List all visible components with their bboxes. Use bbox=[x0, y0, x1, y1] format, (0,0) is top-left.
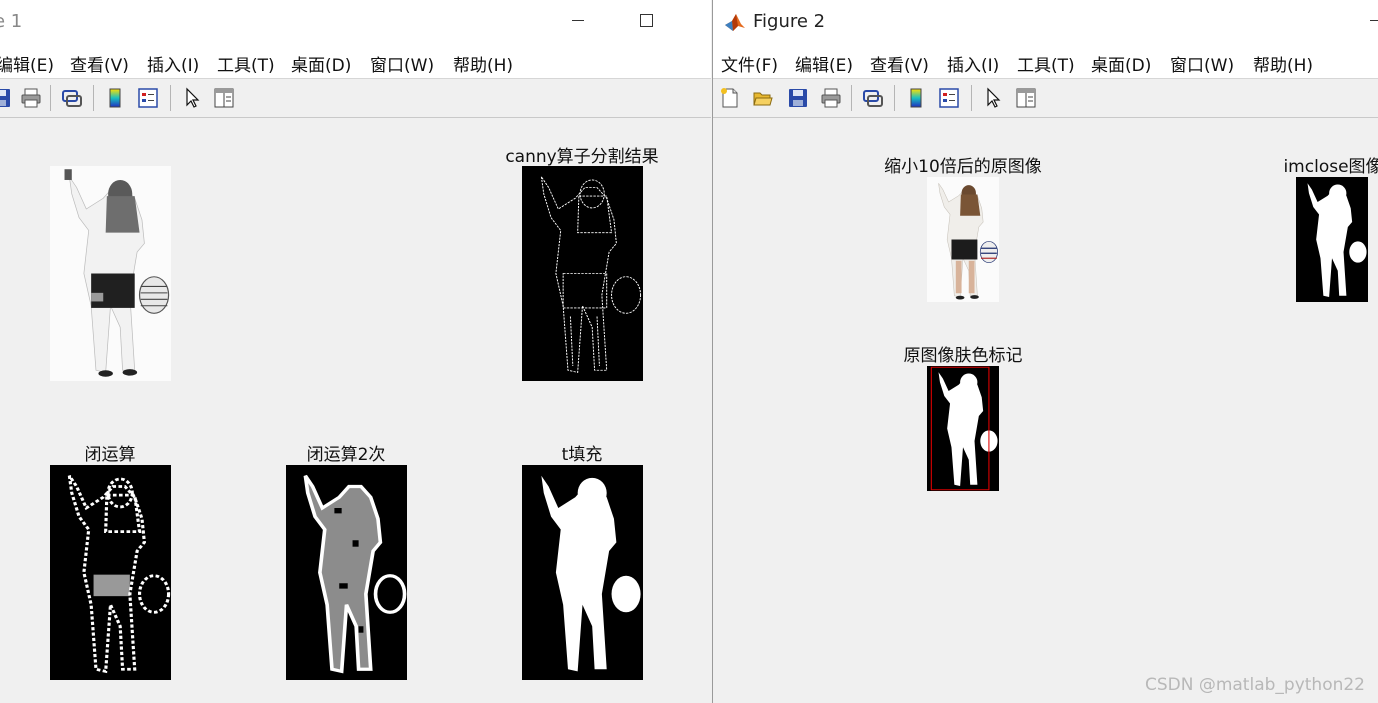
toolbar-separator bbox=[851, 85, 852, 111]
toolbar-separator bbox=[50, 85, 51, 111]
new-figure-button[interactable] bbox=[715, 83, 745, 113]
window-title: e 1 bbox=[0, 11, 23, 32]
menu-tools[interactable]: 工具(T) bbox=[1017, 51, 1075, 76]
menu-bar: 文件(F) 编辑(E) 查看(V) 插入(I) 工具(T) 桌面(D) 窗口(W… bbox=[713, 42, 1378, 79]
close1-title: 闭运算 bbox=[84, 445, 136, 465]
toolbar bbox=[0, 79, 711, 118]
menu-window[interactable]: 窗口(W) bbox=[370, 51, 434, 76]
minimize-button[interactable] bbox=[572, 20, 584, 21]
canny-panel[interactable] bbox=[522, 166, 643, 381]
shrunk-image-panel[interactable] bbox=[927, 177, 999, 302]
legend-icon bbox=[138, 88, 158, 108]
original-image-panel[interactable] bbox=[50, 166, 171, 381]
toolbar-separator bbox=[894, 85, 895, 111]
toolbar-separator bbox=[93, 85, 94, 111]
print-icon bbox=[821, 88, 841, 108]
canny-title: canny算子分割结果 bbox=[505, 147, 659, 167]
pointer-button[interactable] bbox=[177, 83, 207, 113]
link-button[interactable] bbox=[858, 83, 888, 113]
menu-desktop[interactable]: 桌面(D) bbox=[1091, 51, 1151, 76]
matlab-logo-icon bbox=[724, 11, 746, 33]
menu-desktop[interactable]: 桌面(D) bbox=[291, 51, 351, 76]
menu-bar: 编辑(E) 查看(V) 插入(I) 工具(T) 桌面(D) 窗口(W) 帮助(H… bbox=[0, 42, 711, 79]
legend-button[interactable] bbox=[934, 83, 964, 113]
legend-button[interactable] bbox=[133, 83, 163, 113]
menu-insert[interactable]: 插入(I) bbox=[947, 51, 999, 76]
close2-title: 闭运算2次 bbox=[306, 445, 386, 465]
title-bar[interactable]: e 1 bbox=[0, 0, 711, 42]
property-editor-icon bbox=[1016, 88, 1036, 108]
save-icon bbox=[0, 89, 10, 107]
imclose-image bbox=[1296, 177, 1368, 302]
link-icon bbox=[863, 90, 883, 107]
colorbar-icon bbox=[109, 88, 121, 108]
figure-canvas: canny算子分割结果 闭运算 闭运算2次 t填充 bbox=[0, 118, 711, 703]
save-button[interactable] bbox=[0, 83, 16, 113]
original-image bbox=[50, 166, 171, 381]
figure-canvas: 缩小10倍后的原图像 imclose图像 原图像肤色标记 CSDN @matla… bbox=[713, 118, 1378, 703]
colorbar-button[interactable] bbox=[901, 83, 931, 113]
imclose-panel[interactable] bbox=[1296, 177, 1368, 302]
toolbar-separator bbox=[170, 85, 171, 111]
pointer-icon bbox=[987, 87, 1001, 108]
save-icon bbox=[789, 89, 807, 107]
property-editor-button[interactable] bbox=[209, 83, 239, 113]
fill-panel[interactable] bbox=[522, 465, 643, 680]
fill-image bbox=[522, 465, 643, 680]
print-button[interactable] bbox=[816, 83, 846, 113]
pointer-button[interactable] bbox=[978, 83, 1008, 113]
print-button[interactable] bbox=[16, 83, 46, 113]
skin-image bbox=[927, 366, 999, 491]
menu-window[interactable]: 窗口(W) bbox=[1170, 51, 1234, 76]
menu-tools[interactable]: 工具(T) bbox=[217, 51, 275, 76]
csdn-watermark: CSDN @matlab_python22 bbox=[1144, 675, 1365, 695]
legend-icon bbox=[939, 88, 959, 108]
skin-panel[interactable] bbox=[927, 366, 999, 491]
shrunk-title: 缩小10倍后的原图像 bbox=[884, 157, 1042, 177]
toolbar bbox=[713, 79, 1378, 118]
skin-title: 原图像肤色标记 bbox=[903, 346, 1023, 366]
colorbar-button[interactable] bbox=[100, 83, 130, 113]
maximize-button[interactable] bbox=[640, 14, 653, 27]
open-button[interactable] bbox=[748, 83, 778, 113]
menu-help[interactable]: 帮助(H) bbox=[1253, 51, 1313, 76]
close2-panel[interactable] bbox=[286, 465, 407, 680]
menu-view[interactable]: 查看(V) bbox=[70, 51, 129, 76]
link-button[interactable] bbox=[57, 83, 87, 113]
close1-panel[interactable] bbox=[50, 465, 171, 680]
link-icon bbox=[62, 90, 82, 107]
close1-image bbox=[50, 465, 171, 680]
pointer-icon bbox=[186, 87, 200, 108]
figure-2-window: Figure 2 文件(F) 编辑(E) 查看(V) 插入(I) 工具(T) 桌… bbox=[712, 0, 1378, 703]
property-editor-icon bbox=[214, 88, 234, 108]
save-button[interactable] bbox=[783, 83, 813, 113]
close2-image bbox=[286, 465, 407, 680]
window-title: Figure 2 bbox=[753, 11, 826, 32]
toolbar-separator bbox=[971, 85, 972, 111]
minimize-button[interactable] bbox=[1370, 20, 1378, 21]
menu-insert[interactable]: 插入(I) bbox=[147, 51, 199, 76]
shrunk-image bbox=[927, 177, 999, 302]
new-figure-icon bbox=[721, 88, 738, 108]
menu-help[interactable]: 帮助(H) bbox=[453, 51, 513, 76]
menu-file[interactable]: 文件(F) bbox=[721, 51, 778, 76]
menu-edit[interactable]: 编辑(E) bbox=[0, 51, 54, 76]
menu-edit[interactable]: 编辑(E) bbox=[795, 51, 853, 76]
imclose-title: imclose图像 bbox=[1283, 157, 1378, 177]
title-bar[interactable]: Figure 2 bbox=[713, 0, 1378, 42]
colorbar-icon bbox=[910, 88, 922, 108]
open-icon bbox=[753, 92, 773, 106]
print-icon bbox=[21, 88, 41, 108]
fill-title: t填充 bbox=[561, 445, 603, 465]
property-editor-button[interactable] bbox=[1011, 83, 1041, 113]
menu-view[interactable]: 查看(V) bbox=[870, 51, 929, 76]
canny-image bbox=[522, 166, 643, 381]
figure-1-window: e 1 编辑(E) 查看(V) 插入(I) 工具(T) 桌面(D) 窗口(W) … bbox=[0, 0, 711, 703]
